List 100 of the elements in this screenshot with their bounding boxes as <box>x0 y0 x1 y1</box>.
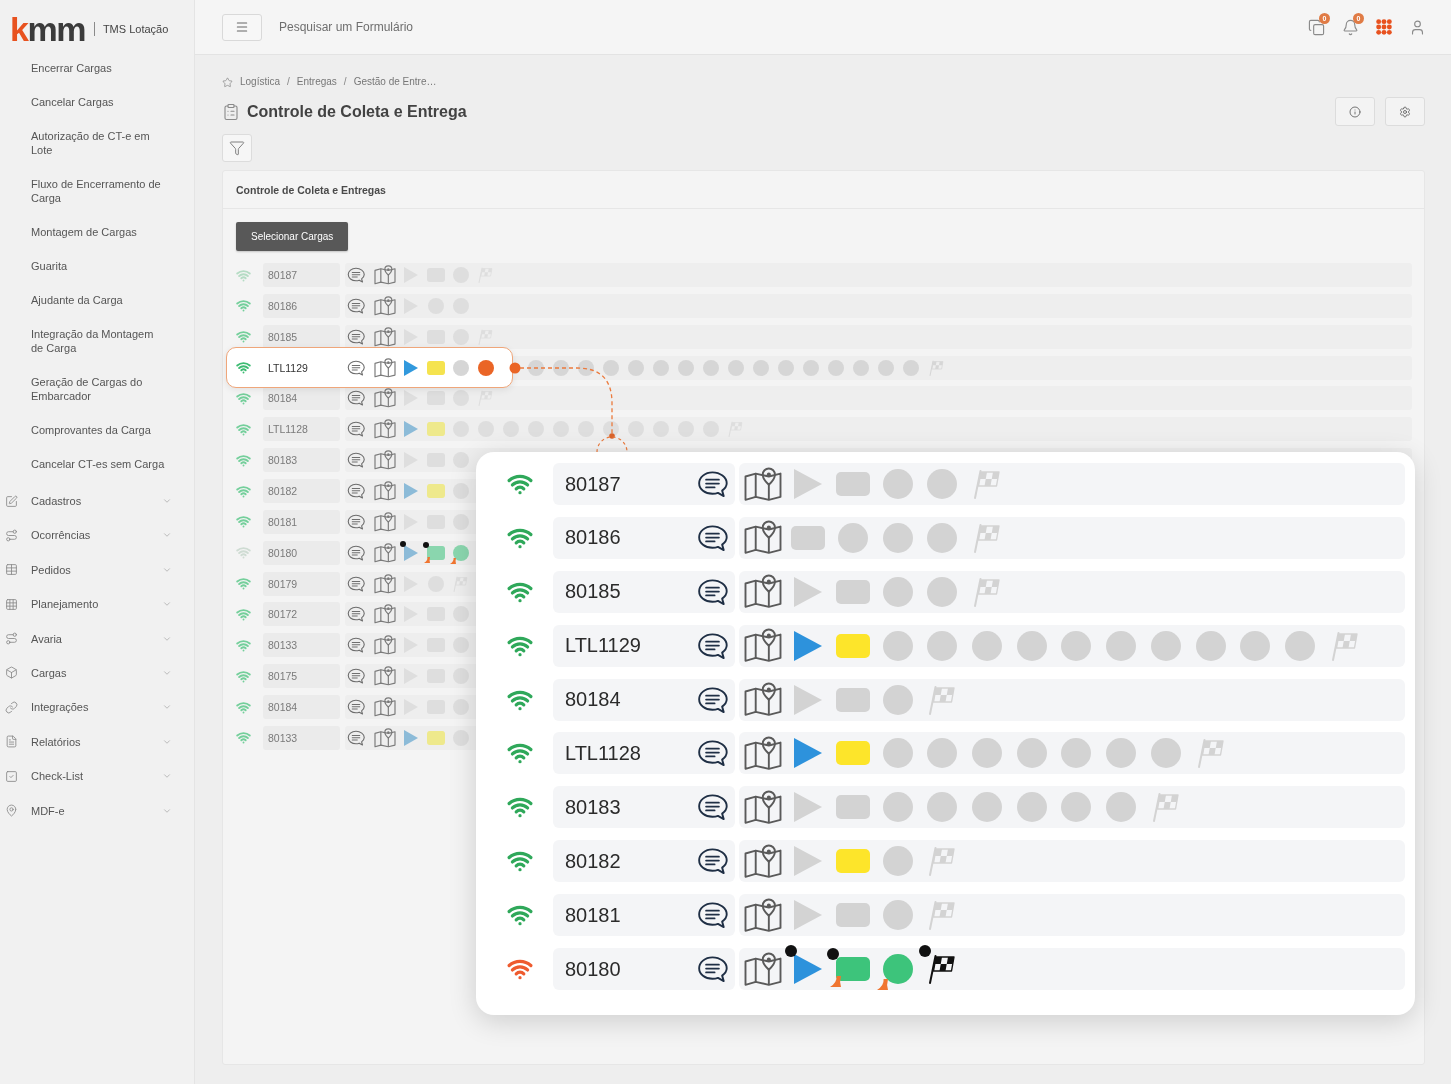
map-icon[interactable] <box>744 682 782 718</box>
map-icon[interactable] <box>374 635 396 656</box>
chat-icon[interactable] <box>697 901 728 930</box>
breadcrumb-link[interactable]: Entregas <box>296 76 337 88</box>
map-icon[interactable] <box>374 388 396 409</box>
sidebar-link[interactable]: Geração de Cargas do Embarcador <box>31 375 167 403</box>
map-icon[interactable] <box>374 326 396 347</box>
chat-icon[interactable] <box>697 739 728 768</box>
info-button[interactable] <box>1335 97 1375 126</box>
filter-button[interactable] <box>222 134 252 162</box>
sidebar-group[interactable]: Avaria <box>0 628 194 649</box>
map-icon[interactable] <box>744 466 782 502</box>
load-id: 80185 <box>268 330 298 343</box>
sidebar-link[interactable]: Cancelar CT-es sem Carga <box>31 457 167 471</box>
sidebar-group[interactable]: Cadastros <box>0 491 194 511</box>
sidebar-link[interactable]: Autorização de CT-e em Lote <box>31 129 167 157</box>
sidebar-group[interactable]: Ocorrências <box>0 525 194 546</box>
product-name: TMS Lotação <box>102 22 169 35</box>
breadcrumb-current: Gestão de Entre… <box>353 76 437 88</box>
map-icon[interactable] <box>744 843 782 879</box>
copy-icon[interactable] <box>1308 18 1325 36</box>
map-icon[interactable] <box>744 520 782 556</box>
load-id: LTL1128 <box>565 741 641 765</box>
map-icon[interactable] <box>374 481 396 501</box>
search-field[interactable]: Pesquisar um Formulário <box>279 16 699 38</box>
sidebar-group[interactable]: Planejamento <box>0 594 194 615</box>
breadcrumb-link[interactable]: Logística <box>240 76 281 88</box>
sidebar-group[interactable]: Pedidos <box>0 559 194 580</box>
map-icon[interactable] <box>374 511 396 532</box>
chat-icon[interactable] <box>697 523 728 552</box>
select-loads-button[interactable]: Selecionar Cargas <box>236 222 349 251</box>
map-icon[interactable] <box>374 573 396 594</box>
map-icon[interactable] <box>744 897 782 933</box>
chat-icon[interactable] <box>697 847 728 876</box>
load-id: 80180 <box>565 957 621 981</box>
sidebar-group[interactable]: Relatórios <box>0 731 194 752</box>
sidebar-link[interactable]: Integração da Montagem de Carga <box>31 327 167 355</box>
star-icon[interactable] <box>222 76 233 88</box>
load-id: 80183 <box>268 454 298 467</box>
route-icon <box>5 528 18 542</box>
logo-wordmark: kmm <box>10 11 85 46</box>
load-id: 80133 <box>268 639 298 652</box>
settings-button[interactable] <box>1385 97 1425 126</box>
map-icon[interactable] <box>374 357 396 378</box>
map-icon[interactable] <box>374 419 396 440</box>
sidebar-group[interactable]: Integrações <box>0 697 194 718</box>
sidebar-link[interactable]: Comprovantes da Carga <box>31 423 167 437</box>
checkbox-icon <box>5 769 18 783</box>
notifications-icon[interactable] <box>1342 18 1359 36</box>
sidebar-group[interactable]: Check-List <box>0 766 194 787</box>
breadcrumb-separator: / <box>343 76 347 88</box>
sidebar-link[interactable]: Fluxo de Encerramento de Carga <box>31 177 167 205</box>
map-icon[interactable] <box>744 628 782 664</box>
load-id: LTL1128 <box>268 423 308 436</box>
sidebar-link[interactable]: Encerrar Cargas <box>31 61 167 75</box>
chat-icon[interactable] <box>697 577 728 606</box>
map-icon[interactable] <box>374 295 396 316</box>
load-id: 80172 <box>268 608 298 621</box>
map-icon[interactable] <box>374 697 396 718</box>
map-pin-icon <box>5 804 18 817</box>
chat-icon[interactable] <box>697 631 728 660</box>
dots-grid-icon[interactable] <box>1376 19 1392 35</box>
load-id: 80181 <box>268 515 298 528</box>
grid-icon <box>5 597 18 611</box>
card-title: Controle de Coleta e Entregas <box>236 183 386 196</box>
load-id: 80182 <box>268 485 298 497</box>
map-icon[interactable] <box>744 789 782 825</box>
map-icon[interactable] <box>744 735 782 771</box>
chat-icon[interactable] <box>697 793 728 822</box>
sidebar-link[interactable]: Ajudante da Carga <box>31 293 167 307</box>
map-icon[interactable] <box>374 542 396 563</box>
map-icon[interactable] <box>374 450 396 471</box>
load-id: LTL1129 <box>268 361 308 374</box>
box-icon <box>5 666 18 680</box>
map-icon[interactable] <box>744 574 782 610</box>
load-id: 80181 <box>565 903 621 927</box>
map-icon[interactable] <box>374 666 396 687</box>
load-id: 80187 <box>268 269 298 281</box>
sidebar-link[interactable]: Montagem de Cargas <box>31 225 167 239</box>
sidebar-group[interactable]: MDF-e <box>0 800 194 821</box>
load-id: 80185 <box>565 580 621 604</box>
menu-icon <box>235 20 249 34</box>
sidebar-link[interactable]: Guarita <box>31 259 167 273</box>
sidebar-group[interactable]: Cargas <box>0 662 194 683</box>
chat-icon[interactable] <box>697 685 728 714</box>
user-icon[interactable] <box>1409 18 1426 36</box>
load-id: 80184 <box>268 392 298 405</box>
map-icon[interactable] <box>374 727 396 748</box>
map-icon[interactable] <box>374 265 396 285</box>
load-id: 80184 <box>268 701 298 714</box>
load-id: 80179 <box>268 577 298 590</box>
map-icon[interactable] <box>374 604 396 625</box>
load-id: LTL1129 <box>565 634 641 658</box>
map-icon[interactable] <box>744 951 782 987</box>
chat-icon[interactable] <box>697 470 728 498</box>
sidebar-link[interactable]: Cancelar Cargas <box>31 95 167 109</box>
load-id: 80133 <box>268 731 298 744</box>
chat-icon[interactable] <box>697 955 728 983</box>
load-id: 80186 <box>565 526 621 550</box>
link-icon <box>5 700 18 714</box>
